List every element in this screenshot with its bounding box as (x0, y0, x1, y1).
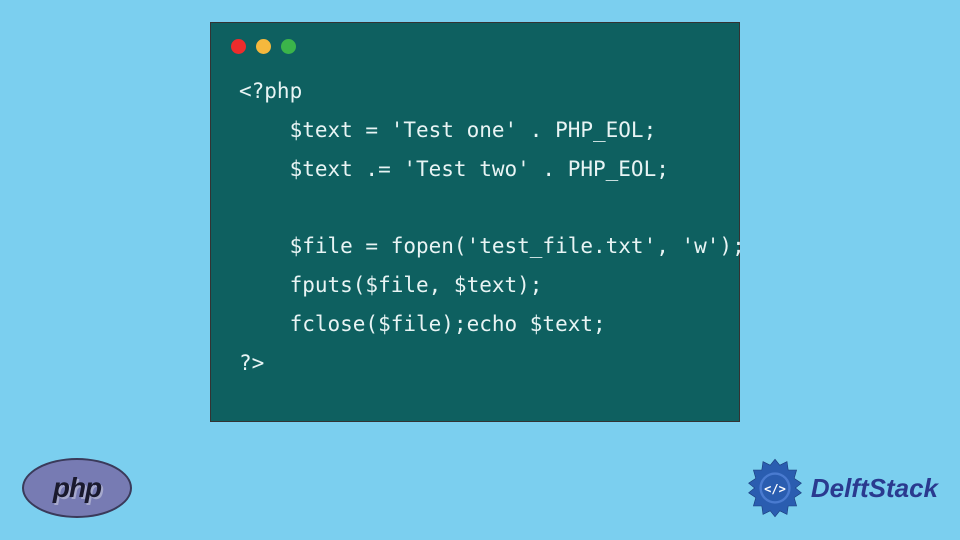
delftstack-logo-text: DelftStack (811, 473, 938, 504)
code-line: fclose($file);echo $text; (239, 312, 606, 336)
minimize-icon (256, 39, 271, 54)
php-logo-text: php (53, 472, 101, 504)
code-line: $text = 'Test one' . PHP_EOL; (239, 118, 656, 142)
delftstack-logo: </> DelftStack (745, 458, 938, 518)
window-controls (211, 23, 739, 62)
php-logo: php (22, 458, 132, 518)
code-window: <?php $text = 'Test one' . PHP_EOL; $tex… (210, 22, 740, 422)
maximize-icon (281, 39, 296, 54)
svg-text:</>: </> (764, 482, 786, 496)
code-line: $text .= 'Test two' . PHP_EOL; (239, 157, 669, 181)
delftstack-gear-icon: </> (745, 458, 805, 518)
code-line: ?> (239, 351, 264, 375)
code-line: $file = fopen('test_file.txt', 'w'); (239, 234, 745, 258)
code-block: <?php $text = 'Test one' . PHP_EOL; $tex… (211, 62, 739, 403)
close-icon (231, 39, 246, 54)
code-line: fputs($file, $text); (239, 273, 542, 297)
code-line: <?php (239, 79, 302, 103)
